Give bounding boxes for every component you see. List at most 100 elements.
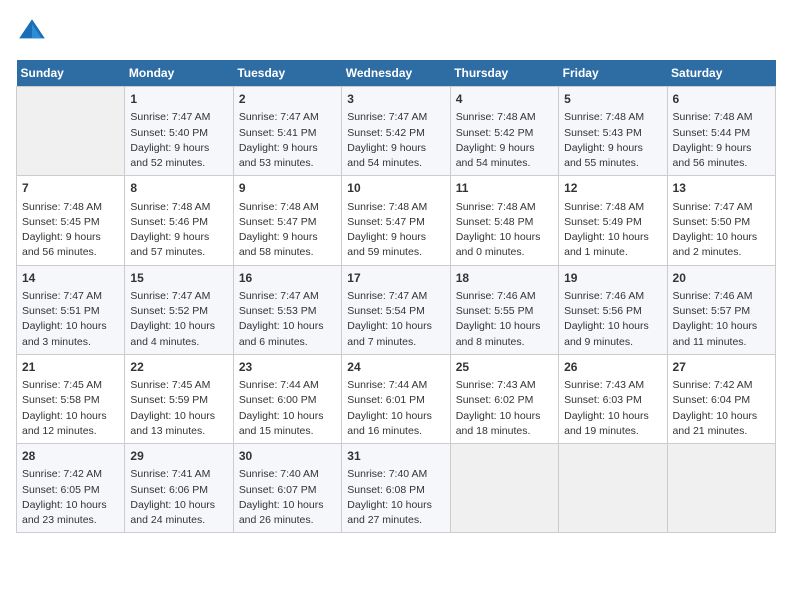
calendar-cell: [17, 87, 125, 176]
day-info: Sunrise: 7:44 AMSunset: 6:00 PMDaylight:…: [239, 378, 336, 439]
day-number: 1: [130, 91, 227, 108]
day-info: Sunrise: 7:48 AMSunset: 5:48 PMDaylight:…: [456, 200, 553, 261]
page-header: [16, 16, 776, 48]
day-info: Sunrise: 7:47 AMSunset: 5:53 PMDaylight:…: [239, 289, 336, 350]
calendar-cell: 18 Sunrise: 7:46 AMSunset: 5:55 PMDayligh…: [450, 265, 558, 354]
day-number: 5: [564, 91, 661, 108]
calendar-cell: 3 Sunrise: 7:47 AMSunset: 5:42 PMDaylight…: [342, 87, 450, 176]
calendar-cell: 28 Sunrise: 7:42 AMSunset: 6:05 PMDayligh…: [17, 444, 125, 533]
day-number: 14: [22, 270, 119, 287]
day-info: Sunrise: 7:47 AMSunset: 5:50 PMDaylight:…: [673, 200, 770, 261]
day-info: Sunrise: 7:47 AMSunset: 5:54 PMDaylight:…: [347, 289, 444, 350]
day-info: Sunrise: 7:45 AMSunset: 5:58 PMDaylight:…: [22, 378, 119, 439]
calendar-cell: [450, 444, 558, 533]
day-number: 23: [239, 359, 336, 376]
day-number: 2: [239, 91, 336, 108]
day-number: 9: [239, 180, 336, 197]
header-day-wednesday: Wednesday: [342, 60, 450, 87]
day-info: Sunrise: 7:42 AMSunset: 6:05 PMDaylight:…: [22, 467, 119, 528]
calendar-cell: 2Sunrise: 7:47 AMSunset: 5:41 PMDaylight…: [233, 87, 341, 176]
calendar-cell: 6Sunrise: 7:48 AMSunset: 5:44 PMDaylight…: [667, 87, 775, 176]
week-row-4: 21 Sunrise: 7:45 AMSunset: 5:58 PMDayligh…: [17, 354, 776, 443]
calendar-cell: 5 Sunrise: 7:48 AMSunset: 5:43 PMDaylight…: [559, 87, 667, 176]
calendar-cell: 10Sunrise: 7:48 AMSunset: 5:47 PMDayligh…: [342, 176, 450, 265]
day-info: Sunrise: 7:43 AMSunset: 6:03 PMDaylight:…: [564, 378, 661, 439]
day-number: 31: [347, 448, 444, 465]
calendar-cell: [667, 444, 775, 533]
calendar-cell: 16 Sunrise: 7:47 AMSunset: 5:53 PMDayligh…: [233, 265, 341, 354]
calendar-cell: 27Sunrise: 7:42 AMSunset: 6:04 PMDayligh…: [667, 354, 775, 443]
week-row-1: 1 Sunrise: 7:47 AMSunset: 5:40 PMDaylight…: [17, 87, 776, 176]
logo: [16, 16, 52, 48]
day-number: 28: [22, 448, 119, 465]
day-info: Sunrise: 7:43 AMSunset: 6:02 PMDaylight:…: [456, 378, 553, 439]
calendar-body: 1 Sunrise: 7:47 AMSunset: 5:40 PMDaylight…: [17, 87, 776, 533]
header-day-tuesday: Tuesday: [233, 60, 341, 87]
day-info: Sunrise: 7:48 AMSunset: 5:47 PMDaylight:…: [347, 200, 444, 261]
calendar-cell: 31 Sunrise: 7:40 AMSunset: 6:08 PMDayligh…: [342, 444, 450, 533]
day-info: Sunrise: 7:46 AMSunset: 5:56 PMDaylight:…: [564, 289, 661, 350]
calendar-cell: 25 Sunrise: 7:43 AMSunset: 6:02 PMDayligh…: [450, 354, 558, 443]
day-info: Sunrise: 7:48 AMSunset: 5:47 PMDaylight:…: [239, 200, 336, 261]
day-number: 15: [130, 270, 227, 287]
calendar-cell: 26Sunrise: 7:43 AMSunset: 6:03 PMDayligh…: [559, 354, 667, 443]
calendar-cell: 22Sunrise: 7:45 AMSunset: 5:59 PMDayligh…: [125, 354, 233, 443]
calendar-cell: 9 Sunrise: 7:48 AMSunset: 5:47 PMDaylight…: [233, 176, 341, 265]
calendar-cell: 4 Sunrise: 7:48 AMSunset: 5:42 PMDaylight…: [450, 87, 558, 176]
day-number: 13: [673, 180, 770, 197]
logo-icon: [16, 16, 48, 48]
day-number: 18: [456, 270, 553, 287]
header-row: SundayMondayTuesdayWednesdayThursdayFrid…: [17, 60, 776, 87]
calendar-cell: 8Sunrise: 7:48 AMSunset: 5:46 PMDaylight…: [125, 176, 233, 265]
calendar-cell: 11 Sunrise: 7:48 AMSunset: 5:48 PMDayligh…: [450, 176, 558, 265]
day-number: 25: [456, 359, 553, 376]
day-info: Sunrise: 7:48 AMSunset: 5:42 PMDaylight:…: [456, 110, 553, 171]
header-day-sunday: Sunday: [17, 60, 125, 87]
week-row-2: 7Sunrise: 7:48 AMSunset: 5:45 PMDaylight…: [17, 176, 776, 265]
day-info: Sunrise: 7:46 AMSunset: 5:55 PMDaylight:…: [456, 289, 553, 350]
calendar-cell: 14Sunrise: 7:47 AMSunset: 5:51 PMDayligh…: [17, 265, 125, 354]
header-day-thursday: Thursday: [450, 60, 558, 87]
day-number: 22: [130, 359, 227, 376]
calendar-cell: 12 Sunrise: 7:48 AMSunset: 5:49 PMDayligh…: [559, 176, 667, 265]
calendar-header: SundayMondayTuesdayWednesdayThursdayFrid…: [17, 60, 776, 87]
day-number: 11: [456, 180, 553, 197]
day-info: Sunrise: 7:44 AMSunset: 6:01 PMDaylight:…: [347, 378, 444, 439]
week-row-5: 28 Sunrise: 7:42 AMSunset: 6:05 PMDayligh…: [17, 444, 776, 533]
day-info: Sunrise: 7:48 AMSunset: 5:49 PMDaylight:…: [564, 200, 661, 261]
calendar-cell: 20Sunrise: 7:46 AMSunset: 5:57 PMDayligh…: [667, 265, 775, 354]
day-info: Sunrise: 7:47 AMSunset: 5:40 PMDaylight:…: [130, 110, 227, 171]
day-number: 30: [239, 448, 336, 465]
day-info: Sunrise: 7:47 AMSunset: 5:52 PMDaylight:…: [130, 289, 227, 350]
day-number: 20: [673, 270, 770, 287]
day-number: 21: [22, 359, 119, 376]
day-number: 4: [456, 91, 553, 108]
calendar-cell: [559, 444, 667, 533]
calendar-cell: 17 Sunrise: 7:47 AMSunset: 5:54 PMDayligh…: [342, 265, 450, 354]
day-number: 3: [347, 91, 444, 108]
calendar-cell: 7Sunrise: 7:48 AMSunset: 5:45 PMDaylight…: [17, 176, 125, 265]
day-info: Sunrise: 7:48 AMSunset: 5:43 PMDaylight:…: [564, 110, 661, 171]
day-number: 27: [673, 359, 770, 376]
day-info: Sunrise: 7:48 AMSunset: 5:45 PMDaylight:…: [22, 200, 119, 261]
calendar-cell: 21 Sunrise: 7:45 AMSunset: 5:58 PMDayligh…: [17, 354, 125, 443]
calendar-table: SundayMondayTuesdayWednesdayThursdayFrid…: [16, 60, 776, 533]
header-day-saturday: Saturday: [667, 60, 775, 87]
calendar-cell: 1 Sunrise: 7:47 AMSunset: 5:40 PMDaylight…: [125, 87, 233, 176]
week-row-3: 14Sunrise: 7:47 AMSunset: 5:51 PMDayligh…: [17, 265, 776, 354]
day-number: 24: [347, 359, 444, 376]
calendar-cell: 30 Sunrise: 7:40 AMSunset: 6:07 PMDayligh…: [233, 444, 341, 533]
day-number: 17: [347, 270, 444, 287]
day-info: Sunrise: 7:41 AMSunset: 6:06 PMDaylight:…: [130, 467, 227, 528]
day-number: 16: [239, 270, 336, 287]
calendar-cell: 23 Sunrise: 7:44 AMSunset: 6:00 PMDayligh…: [233, 354, 341, 443]
day-info: Sunrise: 7:47 AMSunset: 5:42 PMDaylight:…: [347, 110, 444, 171]
header-day-friday: Friday: [559, 60, 667, 87]
day-info: Sunrise: 7:40 AMSunset: 6:07 PMDaylight:…: [239, 467, 336, 528]
calendar-cell: 15 Sunrise: 7:47 AMSunset: 5:52 PMDayligh…: [125, 265, 233, 354]
day-info: Sunrise: 7:48 AMSunset: 5:44 PMDaylight:…: [673, 110, 770, 171]
day-number: 12: [564, 180, 661, 197]
day-number: 8: [130, 180, 227, 197]
header-day-monday: Monday: [125, 60, 233, 87]
day-info: Sunrise: 7:40 AMSunset: 6:08 PMDaylight:…: [347, 467, 444, 528]
